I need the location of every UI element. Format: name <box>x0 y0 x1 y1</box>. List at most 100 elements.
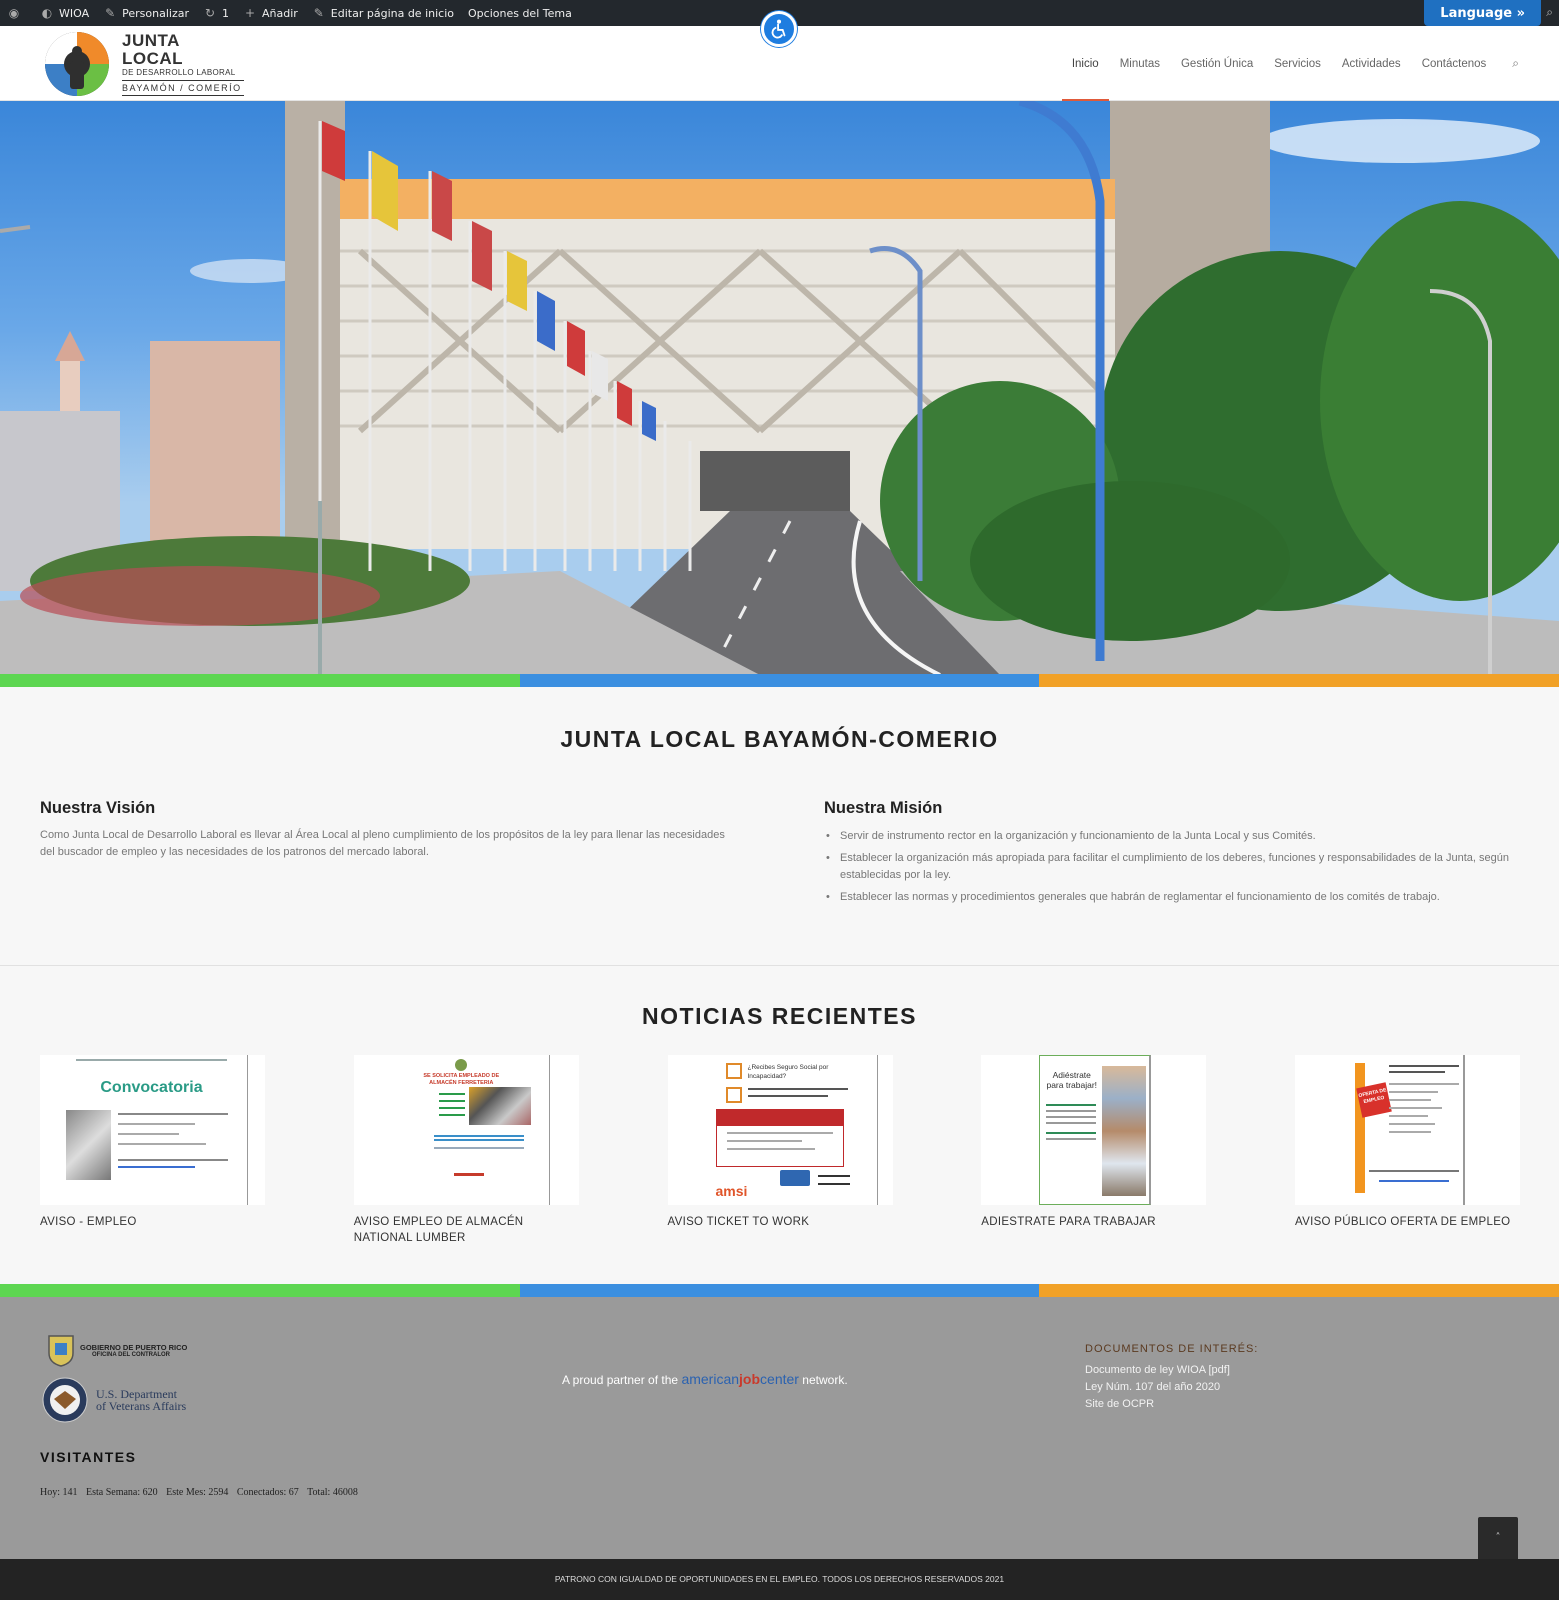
gov-line-1: GOBIERNO DE PUERTO RICO <box>80 1342 188 1352</box>
brush-icon: ✎ <box>105 6 116 20</box>
logo-line-1: JUNTA LOCAL <box>122 31 184 68</box>
news-card[interactable]: SE SOLICITA EMPLEADO DE ALMACÉN FERRETER… <box>353 1055 579 1246</box>
logo-line-3: BAYAMÓN / COMERÍO <box>122 81 244 96</box>
nav-item-gestion-unica[interactable]: Gestión Única <box>1181 26 1253 101</box>
wordpress-icon: ◉ <box>8 6 20 20</box>
updates-count: 1 <box>221 6 229 20</box>
nav-item-actividades[interactable]: Actividades <box>1342 26 1401 101</box>
updates-link[interactable]: ↻ 1 <box>196 0 236 26</box>
nav-item-servicios[interactable]: Servicios <box>1274 26 1321 101</box>
stripe-blue <box>519 674 1040 687</box>
logo-wordmark: JUNTA LOCAL DE DESARROLLO LABORAL BAYAMÓ… <box>122 32 244 96</box>
search-icon[interactable]: ⌕ <box>1512 56 1519 71</box>
news-card-title[interactable]: AVISO TICKET TO WORK <box>668 1214 893 1230</box>
mission-title: Nuestra Misión <box>824 799 943 817</box>
visitors-online: Conectados: 67 <box>236 1487 299 1498</box>
vision-title: Nuestra Visión <box>40 799 156 817</box>
admin-search-icon[interactable]: ⌕ <box>1546 5 1553 20</box>
stripe-green <box>0 674 520 687</box>
nav-item-minutas[interactable]: Minutas <box>1120 26 1160 101</box>
vision-text: Como Junta Local de Desarrollo Laboral e… <box>40 829 725 858</box>
visitors-total: Total: 46008 <box>307 1487 358 1498</box>
thumb-heading: ¿Recibes Seguro Social por Incapacidad? <box>747 1064 829 1080</box>
customize-label: Personalizar <box>122 6 189 20</box>
nav-item-inicio[interactable]: Inicio <box>1061 26 1109 101</box>
dashboard-icon: ◐ <box>41 6 53 20</box>
add-new-menu[interactable]: + Añadir <box>236 0 305 26</box>
edit-page-label: Editar página de inicio <box>330 6 454 20</box>
news-card-title[interactable]: AVISO EMPLEO DE ALMACÉN NATIONAL LUMBER <box>354 1214 579 1246</box>
va-seal-icon <box>42 1377 88 1423</box>
updates-icon: ↻ <box>204 6 216 20</box>
visitors-week: Esta Semana: 620 <box>86 1487 158 1498</box>
wp-logo-menu[interactable]: ◉ <box>0 0 33 26</box>
logo-line-2: DE DESARROLLO LABORAL <box>122 68 244 81</box>
thumb-heading: Adiéstrate para trabajar! <box>1046 1070 1098 1090</box>
site-footer <box>0 1297 1559 1559</box>
mission-list: Servir de instrumento rector en la organ… <box>824 828 1514 911</box>
news-title: NOTICIAS RECIENTES <box>642 1003 917 1029</box>
thumb-heading: Convocatoria <box>100 1079 203 1096</box>
edit-page-link[interactable]: ✎ Editar página de inicio <box>305 0 461 26</box>
ajc-logo-american: american <box>681 1371 740 1387</box>
logo-emblem <box>44 31 110 97</box>
news-list: Convocatoria AVISO - EMPLEO SE SOLICITA … <box>40 1055 1520 1246</box>
hero-image <box>0 101 1559 675</box>
site-logo[interactable]: JUNTA LOCAL DE DESARROLLO LABORAL BAYAMÓ… <box>44 30 244 98</box>
news-thumbnail[interactable]: OFERTA DE EMPLEO <box>1295 1055 1520 1205</box>
copyright-bar: PATRONO CON IGUALDAD DE OPORTUNIDADES EN… <box>0 1559 1559 1600</box>
plus-icon: + <box>244 6 256 20</box>
news-card[interactable]: Convocatoria AVISO - EMPLEO <box>40 1055 265 1246</box>
doc-link-ocpr[interactable]: Site de OCPR <box>1085 1398 1154 1410</box>
doc-link-ley-107[interactable]: Ley Núm. 107 del año 2020 <box>1085 1381 1220 1393</box>
docs-title: DOCUMENTOS DE INTERÉS: <box>1085 1343 1259 1355</box>
gov-line-2: OFICINA DEL CONTRALOR <box>92 1351 170 1358</box>
partner-suffix: network. <box>802 1373 848 1387</box>
accessibility-button[interactable] <box>761 11 797 47</box>
main-nav: Inicio Minutas Gestión Única Servicios A… <box>1051 26 1519 101</box>
pencil-icon: ✎ <box>313 6 324 20</box>
news-thumbnail[interactable]: SE SOLICITA EMPLEADO DE ALMACÉN FERRETER… <box>353 1055 579 1205</box>
doc-link-wioa[interactable]: Documento de ley WIOA [pdf] <box>1085 1364 1230 1376</box>
language-button[interactable]: Language » <box>1424 0 1541 26</box>
news-thumbnail[interactable]: Convocatoria <box>40 1055 265 1205</box>
theme-options-label: Opciones del Tema <box>468 6 572 20</box>
site-name-menu[interactable]: ◐ WIOA <box>33 0 96 26</box>
customize-link[interactable]: ✎ Personalizar <box>96 0 196 26</box>
mission-item: Servir de instrumento rector en la organ… <box>824 828 1514 845</box>
site-name-label: WIOA <box>59 6 90 20</box>
news-card-title[interactable]: AVISO PÚBLICO OFERTA DE EMPLEO <box>1295 1214 1520 1230</box>
add-new-label: Añadir <box>261 6 298 20</box>
stripe-blue <box>519 1284 1040 1297</box>
ajc-logo-job: job <box>739 1371 761 1387</box>
news-card-title[interactable]: ADIESTRATE PARA TRABAJAR <box>981 1214 1206 1230</box>
theme-options-link[interactable]: Opciones del Tema <box>461 0 579 26</box>
news-card-title[interactable]: AVISO - EMPLEO <box>40 1214 265 1230</box>
ajc-logo-center: center <box>760 1371 799 1387</box>
chevron-up-icon: ˄ <box>1495 1532 1501 1543</box>
news-thumbnail[interactable]: ¿Recibes Seguro Social por Incapacidad? … <box>667 1055 893 1205</box>
stripe-green <box>0 1284 520 1297</box>
nav-item-contactenos[interactable]: Contáctenos <box>1422 26 1487 101</box>
mission-item: Establecer la organización más apropiada… <box>824 850 1514 884</box>
mission-item: Establecer las normas y procedimientos g… <box>824 889 1514 906</box>
news-card[interactable]: ¿Recibes Seguro Social por Incapacidad? … <box>667 1055 893 1246</box>
ajc-partner-banner[interactable]: A proud partner of the americanjobcenter… <box>562 1371 848 1387</box>
news-thumbnail[interactable]: Adiéstrate para trabajar! <box>981 1055 1207 1205</box>
pr-controller-logo[interactable]: GOBIERNO DE PUERTO RICO OFICINA DEL CONT… <box>46 1333 187 1367</box>
stripe-orange <box>1039 674 1559 687</box>
scroll-top-button[interactable]: ˄ <box>1478 1517 1518 1559</box>
va-logo[interactable]: U.S. Department of Veterans Affairs <box>42 1377 186 1423</box>
thumb-heading: OFERTA DE EMPLEO <box>1356 1082 1392 1118</box>
stripe-orange <box>1039 1284 1559 1297</box>
news-card[interactable]: OFERTA DE EMPLEO AVISO PÚBLICO OFERTA DE… <box>1295 1055 1520 1246</box>
copyright-text: PATRONO CON IGUALDAD DE OPORTUNIDADES EN… <box>554 1574 1005 1584</box>
visitors-title: VISITANTES <box>40 1449 137 1465</box>
wheelchair-icon <box>771 19 786 39</box>
pr-seal-icon <box>48 1335 74 1367</box>
partner-prefix: A proud partner of the <box>562 1373 679 1387</box>
va-line-2: of Veterans Affairs <box>96 1399 187 1413</box>
news-card[interactable]: Adiéstrate para trabajar! ADIESTRATE PAR… <box>981 1055 1207 1246</box>
visitors-month: Este Mes: 2594 <box>166 1487 229 1498</box>
color-stripe-bottom <box>0 1284 1559 1297</box>
